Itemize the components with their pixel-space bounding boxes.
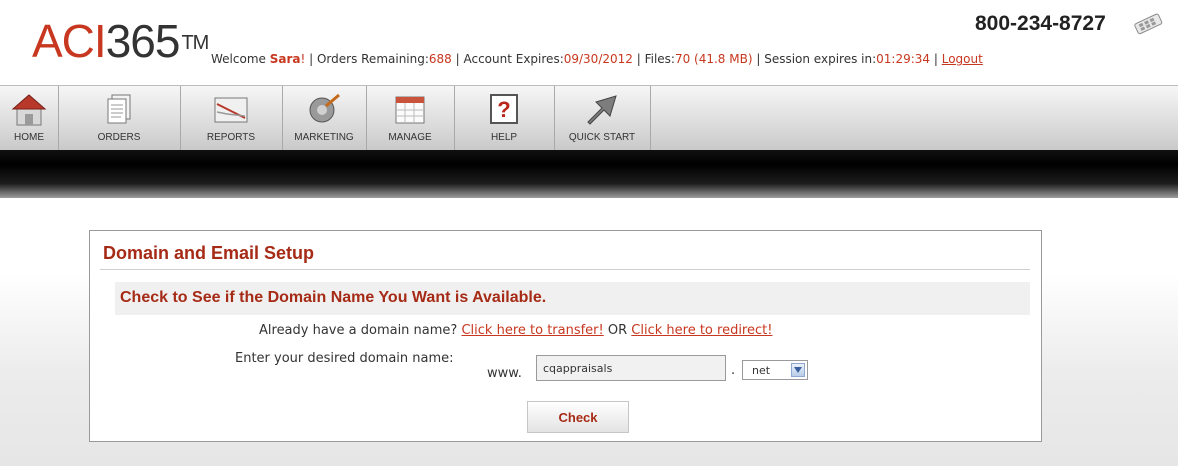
domain-setup-panel: Domain and Email Setup Check to See if t… <box>89 230 1042 442</box>
separator: | <box>305 52 317 66</box>
page-title: Domain and Email Setup <box>103 243 315 263</box>
logo-trademark: TM <box>181 32 209 54</box>
title-divider <box>100 269 1030 270</box>
toolbar-reports[interactable]: REPORTS <box>180 86 283 150</box>
orders-remaining-value: 688 <box>428 52 452 66</box>
toolbar-quick-start-label: QUICK START <box>568 132 636 143</box>
account-status-bar: Welcome Sara! | Orders Remaining:688 | A… <box>211 52 983 66</box>
separator: | <box>632 52 645 66</box>
files-value: 70 (41.8 MB) <box>674 52 753 66</box>
session-expires-value: 01:29:34 <box>876 52 931 66</box>
toolbar-help-label: HELP <box>490 132 518 143</box>
home-icon <box>11 94 47 126</box>
aci365-logo[interactable]: ACI365 TM <box>32 15 209 67</box>
existing-domain-line: Already have a domain name? Click here t… <box>259 323 772 338</box>
toolbar-manage-label: MANAGE <box>388 132 432 143</box>
separator: | <box>752 52 765 66</box>
account-expires-value: 09/30/2012 <box>563 52 633 66</box>
svg-text:?: ? <box>497 97 510 122</box>
account-expires-label: Account Expires: <box>463 52 564 66</box>
toolbar-marketing-label: MARKETING <box>294 132 354 143</box>
orders-remaining-label: Orders Remaining: <box>316 52 429 66</box>
manage-icon <box>395 96 425 124</box>
www-prefix: www. <box>487 366 522 381</box>
files-label: Files: <box>644 52 675 66</box>
toolbar-dark-band <box>0 150 1178 198</box>
tld-selected-value: net <box>752 364 771 377</box>
availability-subheader: Check to See if the Domain Name You Want… <box>115 282 1030 315</box>
toolbar-home[interactable]: HOME <box>0 86 59 150</box>
availability-heading: Check to See if the Domain Name You Want… <box>120 289 547 306</box>
toolbar-quick-start[interactable]: QUICK START <box>554 86 651 150</box>
toolbar-reports-label: REPORTS <box>206 132 256 143</box>
transfer-link[interactable]: Click here to transfer! <box>461 323 603 338</box>
logout-link[interactable]: Logout <box>942 52 983 66</box>
user-name: Sara <box>269 52 301 66</box>
toolbar-marketing[interactable]: MARKETING <box>282 86 367 150</box>
logo-365: 365 <box>105 15 181 67</box>
check-button[interactable]: Check <box>527 401 629 433</box>
separator: | <box>930 52 942 66</box>
tld-select[interactable]: net <box>742 360 808 380</box>
or-text: OR <box>607 323 628 338</box>
domain-name-label: Enter your desired domain name: <box>235 351 454 366</box>
toolbar-home-label: HOME <box>14 132 44 143</box>
toolbar-orders-label: ORDERS <box>97 132 141 143</box>
phone-icon <box>1134 13 1163 35</box>
marketing-icon <box>309 93 340 123</box>
session-expires-label: Session expires in: <box>764 52 877 66</box>
tld-dot: . <box>731 363 736 378</box>
help-icon: ? <box>490 94 518 124</box>
quick-start-icon <box>587 95 617 125</box>
main-toolbar: HOME ORDERS REPORTS MARKETING MANAGE ? H… <box>0 85 1178 151</box>
orders-icon <box>107 94 131 124</box>
toolbar-manage[interactable]: MANAGE <box>366 86 455 150</box>
welcome-prefix: Welcome <box>211 52 270 66</box>
already-have-text: Already have a domain name? <box>259 323 458 338</box>
redirect-link[interactable]: Click here to redirect! <box>631 323 772 338</box>
toolbar-help[interactable]: ? HELP <box>454 86 555 150</box>
chevron-down-icon[interactable] <box>791 363 805 377</box>
separator: | <box>451 52 464 66</box>
logo-aci: ACI <box>32 15 107 67</box>
phone-number: 800-234-8727 <box>975 12 1106 35</box>
toolbar-orders[interactable]: ORDERS <box>58 86 181 150</box>
reports-icon <box>214 97 248 123</box>
domain-name-input[interactable] <box>536 355 726 381</box>
